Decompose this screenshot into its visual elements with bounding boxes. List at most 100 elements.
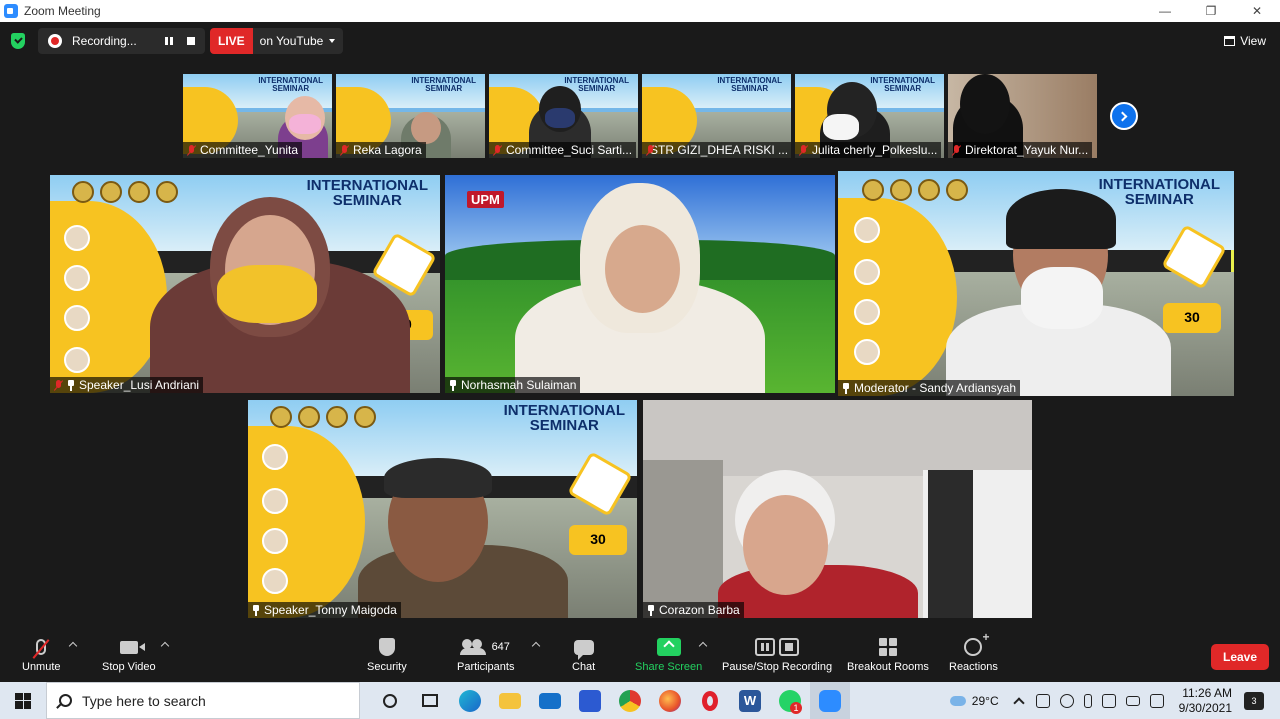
battery-icon[interactable]: [1125, 695, 1140, 706]
participant-thumbnail[interactable]: INTERNATIONAL SEMINAR Julita cherly_Polke…: [795, 74, 944, 158]
close-window-button[interactable]: ✕: [1234, 0, 1280, 22]
cortana-icon: [383, 693, 397, 708]
folder-icon: [499, 692, 521, 709]
pause-stop-recording-button[interactable]: Pause/Stop Recording: [722, 635, 832, 673]
stop-recording-icon[interactable]: [187, 37, 195, 45]
video-tile[interactable]: INTERNATIONAL SEMINAR 30 Speaker_Tonny Ma…: [248, 400, 637, 618]
windows-taskbar: Type here to search W 1 29°C 11:26 AM 9/…: [0, 682, 1280, 719]
shield-icon: [378, 638, 395, 656]
taskbar-file-explorer[interactable]: [490, 682, 530, 719]
reactions-button[interactable]: Reactions: [949, 630, 998, 673]
onedrive-icon[interactable]: [1059, 693, 1074, 708]
word-icon: W: [739, 689, 761, 712]
breakout-rooms-button[interactable]: Breakout Rooms: [847, 635, 929, 673]
taskbar-whatsapp[interactable]: 1: [770, 682, 810, 719]
pause-icon: [755, 638, 776, 656]
video-tile-active-speaker[interactable]: INTERNATIONAL SEMINAR 30 Moderator - Sand…: [838, 171, 1234, 396]
recording-label: Recording...: [72, 34, 137, 48]
video-tile[interactable]: Corazon Barba: [643, 400, 1032, 618]
network-icon[interactable]: [1101, 693, 1116, 708]
participant-name-label: Corazon Barba: [643, 602, 744, 618]
meet-now-icon[interactable]: [1035, 693, 1050, 708]
share-screen-button[interactable]: Share Screen: [635, 635, 702, 673]
mail-icon: [539, 692, 561, 709]
pause-recording-icon[interactable]: [163, 35, 175, 47]
upm-logo: UPM: [467, 191, 504, 208]
restore-button[interactable]: ❐: [1188, 0, 1234, 22]
pin-icon: [252, 604, 260, 616]
taskbar-app[interactable]: [570, 682, 610, 719]
cortana-button[interactable]: [370, 682, 410, 719]
chat-button[interactable]: Chat: [572, 635, 595, 673]
reactions-icon: [964, 630, 989, 656]
clock-time: 11:26 AM: [1182, 685, 1232, 700]
leave-button[interactable]: Leave: [1211, 644, 1269, 670]
clock[interactable]: 11:26 AM 9/30/2021: [1179, 686, 1232, 716]
mic-muted-icon: [493, 144, 502, 156]
opera-icon: [702, 690, 718, 711]
participants-options-caret[interactable]: [531, 641, 541, 651]
app-icon: [579, 689, 601, 712]
clock-date: 9/30/2021: [1178, 700, 1232, 715]
whatsapp-badge: 1: [790, 702, 802, 714]
audio-options-caret[interactable]: [68, 641, 78, 651]
participants-icon: [459, 639, 486, 655]
stop-video-button[interactable]: Stop Video: [102, 635, 156, 673]
encryption-shield-icon[interactable]: [11, 33, 25, 49]
taskbar-mail[interactable]: [530, 682, 570, 719]
mic-muted-icon: [187, 144, 196, 156]
participant-thumbnail[interactable]: INTERNATIONAL SEMINAR STR GIZI_DHEA RISKI…: [642, 74, 791, 158]
taskbar-search[interactable]: Type here to search: [46, 682, 360, 719]
video-options-caret[interactable]: [160, 641, 170, 651]
live-stream-indicator[interactable]: LIVE on YouTube: [210, 28, 344, 54]
view-label: View: [1240, 34, 1266, 48]
system-tray: 29°C 11:26 AM 9/30/2021 3: [949, 682, 1280, 719]
cloud-recording-icon: [48, 34, 62, 48]
task-view-button[interactable]: [410, 682, 450, 719]
pin-icon: [449, 379, 457, 391]
chevron-down-icon: [329, 39, 336, 43]
pin-icon: [67, 379, 75, 391]
next-page-button[interactable]: [1110, 102, 1138, 130]
start-button[interactable]: [0, 682, 46, 719]
pin-icon: [842, 382, 850, 394]
stop-icon: [779, 638, 800, 656]
weather-widget[interactable]: 29°C: [949, 693, 999, 708]
chevron-up-icon[interactable]: [1012, 696, 1025, 709]
chrome-icon: [619, 689, 641, 712]
mic-muted-icon: [952, 144, 961, 156]
live-destination: on YouTube: [252, 28, 344, 54]
taskbar-edge[interactable]: [450, 682, 490, 719]
windows-logo-icon: [15, 692, 31, 709]
participant-thumbnail[interactable]: INTERNATIONAL SEMINAR Committee_Suci Sart…: [489, 74, 638, 158]
weather-temperature: 29°C: [971, 693, 999, 708]
video-tile[interactable]: INTERNATIONALSEMINAR 30 Speaker_Lusi And…: [50, 175, 440, 393]
volume-icon[interactable]: [1149, 693, 1164, 708]
chevron-right-icon: [1117, 111, 1128, 121]
video-tile[interactable]: UPM Norhasmah Sulaiman: [445, 175, 835, 393]
taskbar-opera[interactable]: [690, 682, 730, 719]
participant-thumbnail[interactable]: Direktorat_Yayuk Nur...: [948, 74, 1097, 158]
taskbar-zoom[interactable]: [810, 682, 850, 719]
notifications-icon[interactable]: 3: [1244, 691, 1264, 710]
participant-thumbnail[interactable]: INTERNATIONAL SEMINAR Reka Lagora: [336, 74, 485, 158]
breakout-rooms-icon: [878, 638, 897, 656]
zoom-logo-icon: [4, 4, 18, 18]
recording-indicator: Recording...: [38, 28, 205, 54]
unmute-button[interactable]: Unmute: [22, 635, 61, 673]
participant-name-label: Direktorat_Yayuk Nur...: [948, 142, 1093, 158]
minimize-button[interactable]: —: [1142, 0, 1188, 22]
participants-button[interactable]: 647 Participants: [457, 635, 514, 673]
taskbar-word[interactable]: W: [730, 682, 770, 719]
view-button[interactable]: View: [1224, 34, 1266, 48]
microphone-icon[interactable]: [1083, 693, 1092, 708]
pin-icon: [647, 604, 655, 616]
edge-icon: [459, 689, 481, 712]
mic-muted-icon: [340, 144, 349, 156]
participant-thumbnail[interactable]: INTERNATIONAL SEMINAR Committee_Yunita: [183, 74, 332, 158]
participant-name-label: STR GIZI_DHEA RISKI ...: [642, 142, 791, 158]
security-button[interactable]: Security: [367, 635, 407, 673]
participant-name-label: Julita cherly_Polkeslu...: [795, 142, 942, 158]
taskbar-chrome[interactable]: [610, 682, 650, 719]
taskbar-firefox[interactable]: [650, 682, 690, 719]
